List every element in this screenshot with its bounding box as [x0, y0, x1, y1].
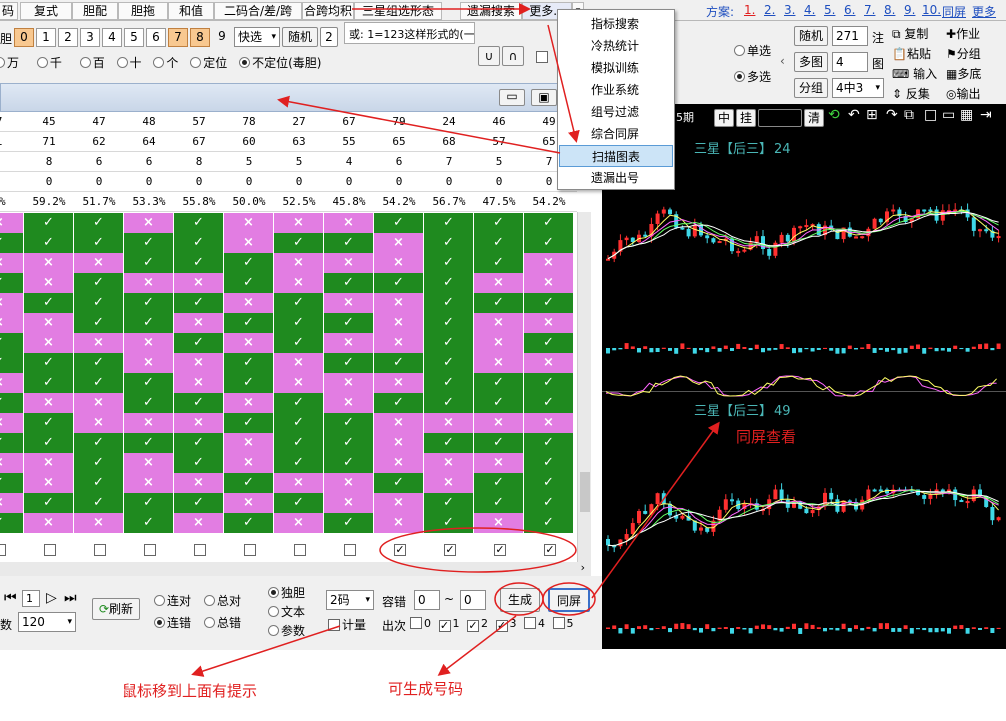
annotation-layer [191, 3, 720, 677]
annotation-hover-tip: 鼠标移到上面有提示 [122, 682, 258, 700]
annotation-same-view: 同屏查看 [736, 428, 797, 446]
annotation-can-generate: 可生成号码 [388, 680, 464, 698]
